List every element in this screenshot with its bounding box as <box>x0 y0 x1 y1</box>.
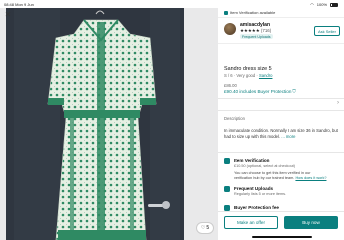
divider <box>218 110 344 111</box>
frequent-uploads-badge: Frequent Uploads <box>240 34 273 40</box>
how-it-works-link[interactable]: How does it work? <box>295 176 326 180</box>
description-more-link[interactable]: ... more <box>281 134 295 139</box>
favourite-button[interactable]: ♡ 5 <box>196 222 214 234</box>
feature-title: Frequent Uploads <box>234 186 274 191</box>
feature-subtitle: Regularly lists 5 or more items. <box>234 192 287 196</box>
divider <box>218 98 344 99</box>
chevron-right-icon[interactable]: › <box>337 100 339 106</box>
buy-now-button[interactable]: Buy now <box>284 216 338 229</box>
price-with-protection[interactable]: £90.40 includes Buyer Protection ⛉ <box>224 89 296 94</box>
heart-icon: ♡ <box>200 225 206 231</box>
seller-card[interactable]: amisacdylan ★★★★★ (716) Frequent Uploads… <box>218 18 344 44</box>
action-bar: Make an offer Buy now <box>218 211 344 240</box>
item-verification-feature[interactable]: Item Verification £10.50 (optional, sele… <box>224 158 340 182</box>
feature-detail-2: verification hub by our trained team. Ho… <box>234 176 326 180</box>
feature-title: Item Verification <box>234 158 270 163</box>
feature-detail: You can choose to get this item verified… <box>234 171 311 175</box>
wifi-icon: ◠ <box>310 2 314 7</box>
price-with-protection-text: £90.40 includes Buyer Protection <box>224 89 292 94</box>
frequent-uploads-feature: Frequent Uploads Regularly lists 5 or mo… <box>224 186 340 200</box>
verification-icon <box>224 158 230 164</box>
feature-detail-text: verification hub by our trained team. <box>234 176 295 180</box>
feature-title: Buyer Protection fee <box>234 205 279 210</box>
item-price: £86.00 <box>224 83 237 88</box>
item-meta: S / 6 · Very good · Sandro <box>224 73 273 78</box>
verification-banner: Item Verification available <box>218 8 344 18</box>
rating-stars: ★★★★★ <box>240 28 260 33</box>
item-condition: Very good <box>236 73 256 78</box>
brand-link[interactable]: Sandro <box>259 73 273 78</box>
item-size: S / 6 <box>224 73 233 78</box>
divider <box>218 152 344 153</box>
battery-icon <box>330 2 338 7</box>
ask-seller-button[interactable]: Ask Seller <box>314 26 340 36</box>
favourite-count: 5 <box>206 225 210 231</box>
rating-count: (716) <box>260 28 272 33</box>
status-time: 08:48 Mon 9 Jun <box>4 2 34 7</box>
feature-subtitle: £10.50 (optional, select at checkout) <box>234 164 295 168</box>
home-indicator[interactable] <box>252 236 312 238</box>
battery-percent: 100% <box>316 2 327 7</box>
status-bar: 08:48 Mon 9 Jun ◠ 100% <box>0 0 344 8</box>
shield-check-icon: ⛉ <box>292 89 296 94</box>
shield-icon <box>224 10 228 15</box>
banner-text: Item Verification available <box>230 10 276 15</box>
avatar[interactable] <box>224 23 236 35</box>
description-text: In immaculate condition. Normally I am s… <box>224 128 340 139</box>
item-photo-area[interactable]: ✕ ♡ 5 <box>0 8 218 240</box>
make-offer-button[interactable]: Make an offer <box>224 216 278 229</box>
item-title: Sandro dress size 5 <box>224 66 272 72</box>
description-label: Description <box>224 116 245 121</box>
close-icon[interactable]: ✕ <box>3 10 13 20</box>
status-icons: ◠ 100% <box>310 2 338 7</box>
item-photo[interactable] <box>0 8 218 240</box>
upload-icon <box>224 186 230 192</box>
item-details-panel: Item Verification available amisacdylan … <box>218 8 344 240</box>
